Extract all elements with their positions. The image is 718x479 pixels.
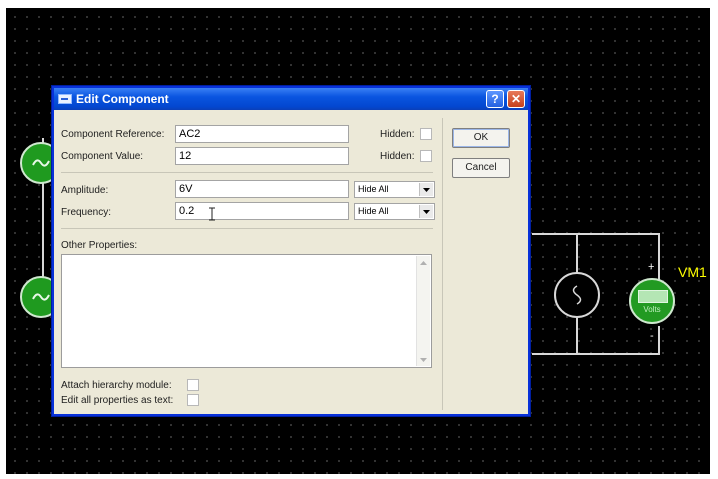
wire — [576, 233, 578, 273]
edit-component-dialog: Edit Component ? ✕ Component Reference: … — [52, 86, 530, 416]
divider — [61, 172, 433, 173]
component-reference-label: Component Reference: — [61, 129, 165, 140]
other-properties-textarea[interactable] — [61, 254, 432, 368]
frequency-visibility-value: Hide All — [358, 206, 389, 216]
dialog-titlebar[interactable]: Edit Component ? ✕ — [54, 88, 528, 110]
amplitude-visibility-value: Hide All — [358, 184, 389, 194]
divider — [61, 228, 433, 229]
voltmeter-units: Volts — [643, 305, 661, 314]
voltmeter-label: VM1 — [678, 264, 707, 280]
value-hidden-checkbox[interactable] — [420, 150, 432, 162]
ok-button[interactable]: OK — [452, 128, 510, 148]
i-beam-cursor-icon — [209, 207, 215, 221]
amplitude-label: Amplitude: — [61, 185, 109, 196]
amplitude-visibility-select[interactable]: Hide All — [354, 181, 435, 198]
help-button[interactable]: ? — [486, 90, 504, 108]
frequency-input[interactable]: 0.2 — [175, 202, 349, 220]
wire — [658, 326, 660, 355]
value-hidden-label: Hidden: — [380, 151, 415, 162]
frequency-label: Frequency: — [61, 207, 112, 218]
minus-sign: - — [650, 330, 654, 342]
edit-all-checkbox[interactable] — [187, 394, 199, 406]
plus-sign: + — [648, 261, 655, 273]
other-properties-label: Other Properties: — [61, 240, 138, 251]
amplitude-input[interactable]: 6V — [175, 180, 349, 198]
chevron-down-icon[interactable] — [419, 183, 433, 196]
wire — [576, 318, 578, 355]
component-reference-input[interactable]: AC2 — [175, 125, 349, 143]
edit-all-label: Edit all properties as text: — [61, 395, 174, 406]
vertical-scrollbar[interactable] — [416, 256, 430, 366]
voltmeter-display — [638, 290, 668, 303]
cancel-button[interactable]: Cancel — [452, 158, 510, 178]
sine-wave-icon — [572, 285, 582, 305]
ac-source-right[interactable] — [554, 272, 600, 318]
reference-hidden-label: Hidden: — [380, 129, 415, 140]
chevron-down-icon[interactable] — [419, 205, 433, 218]
wire — [532, 233, 660, 235]
attach-hierarchy-label: Attach hierarchy module: — [61, 380, 172, 391]
component-value-label: Component Value: — [61, 151, 144, 162]
component-value-input[interactable]: 12 — [175, 147, 349, 165]
arrow-down-icon[interactable] — [417, 353, 430, 366]
vertical-divider — [442, 118, 443, 410]
wire — [532, 353, 660, 355]
voltmeter[interactable]: Volts — [629, 278, 675, 324]
attach-hierarchy-checkbox[interactable] — [187, 379, 199, 391]
sine-wave-icon — [32, 159, 50, 167]
frequency-visibility-select[interactable]: Hide All — [354, 203, 435, 220]
arrow-up-icon[interactable] — [417, 256, 430, 269]
close-button[interactable]: ✕ — [507, 90, 525, 108]
dialog-title: Edit Component — [76, 92, 169, 106]
sine-wave-icon — [32, 293, 50, 301]
app-icon — [58, 94, 72, 104]
reference-hidden-checkbox[interactable] — [420, 128, 432, 140]
wire — [658, 233, 660, 280]
